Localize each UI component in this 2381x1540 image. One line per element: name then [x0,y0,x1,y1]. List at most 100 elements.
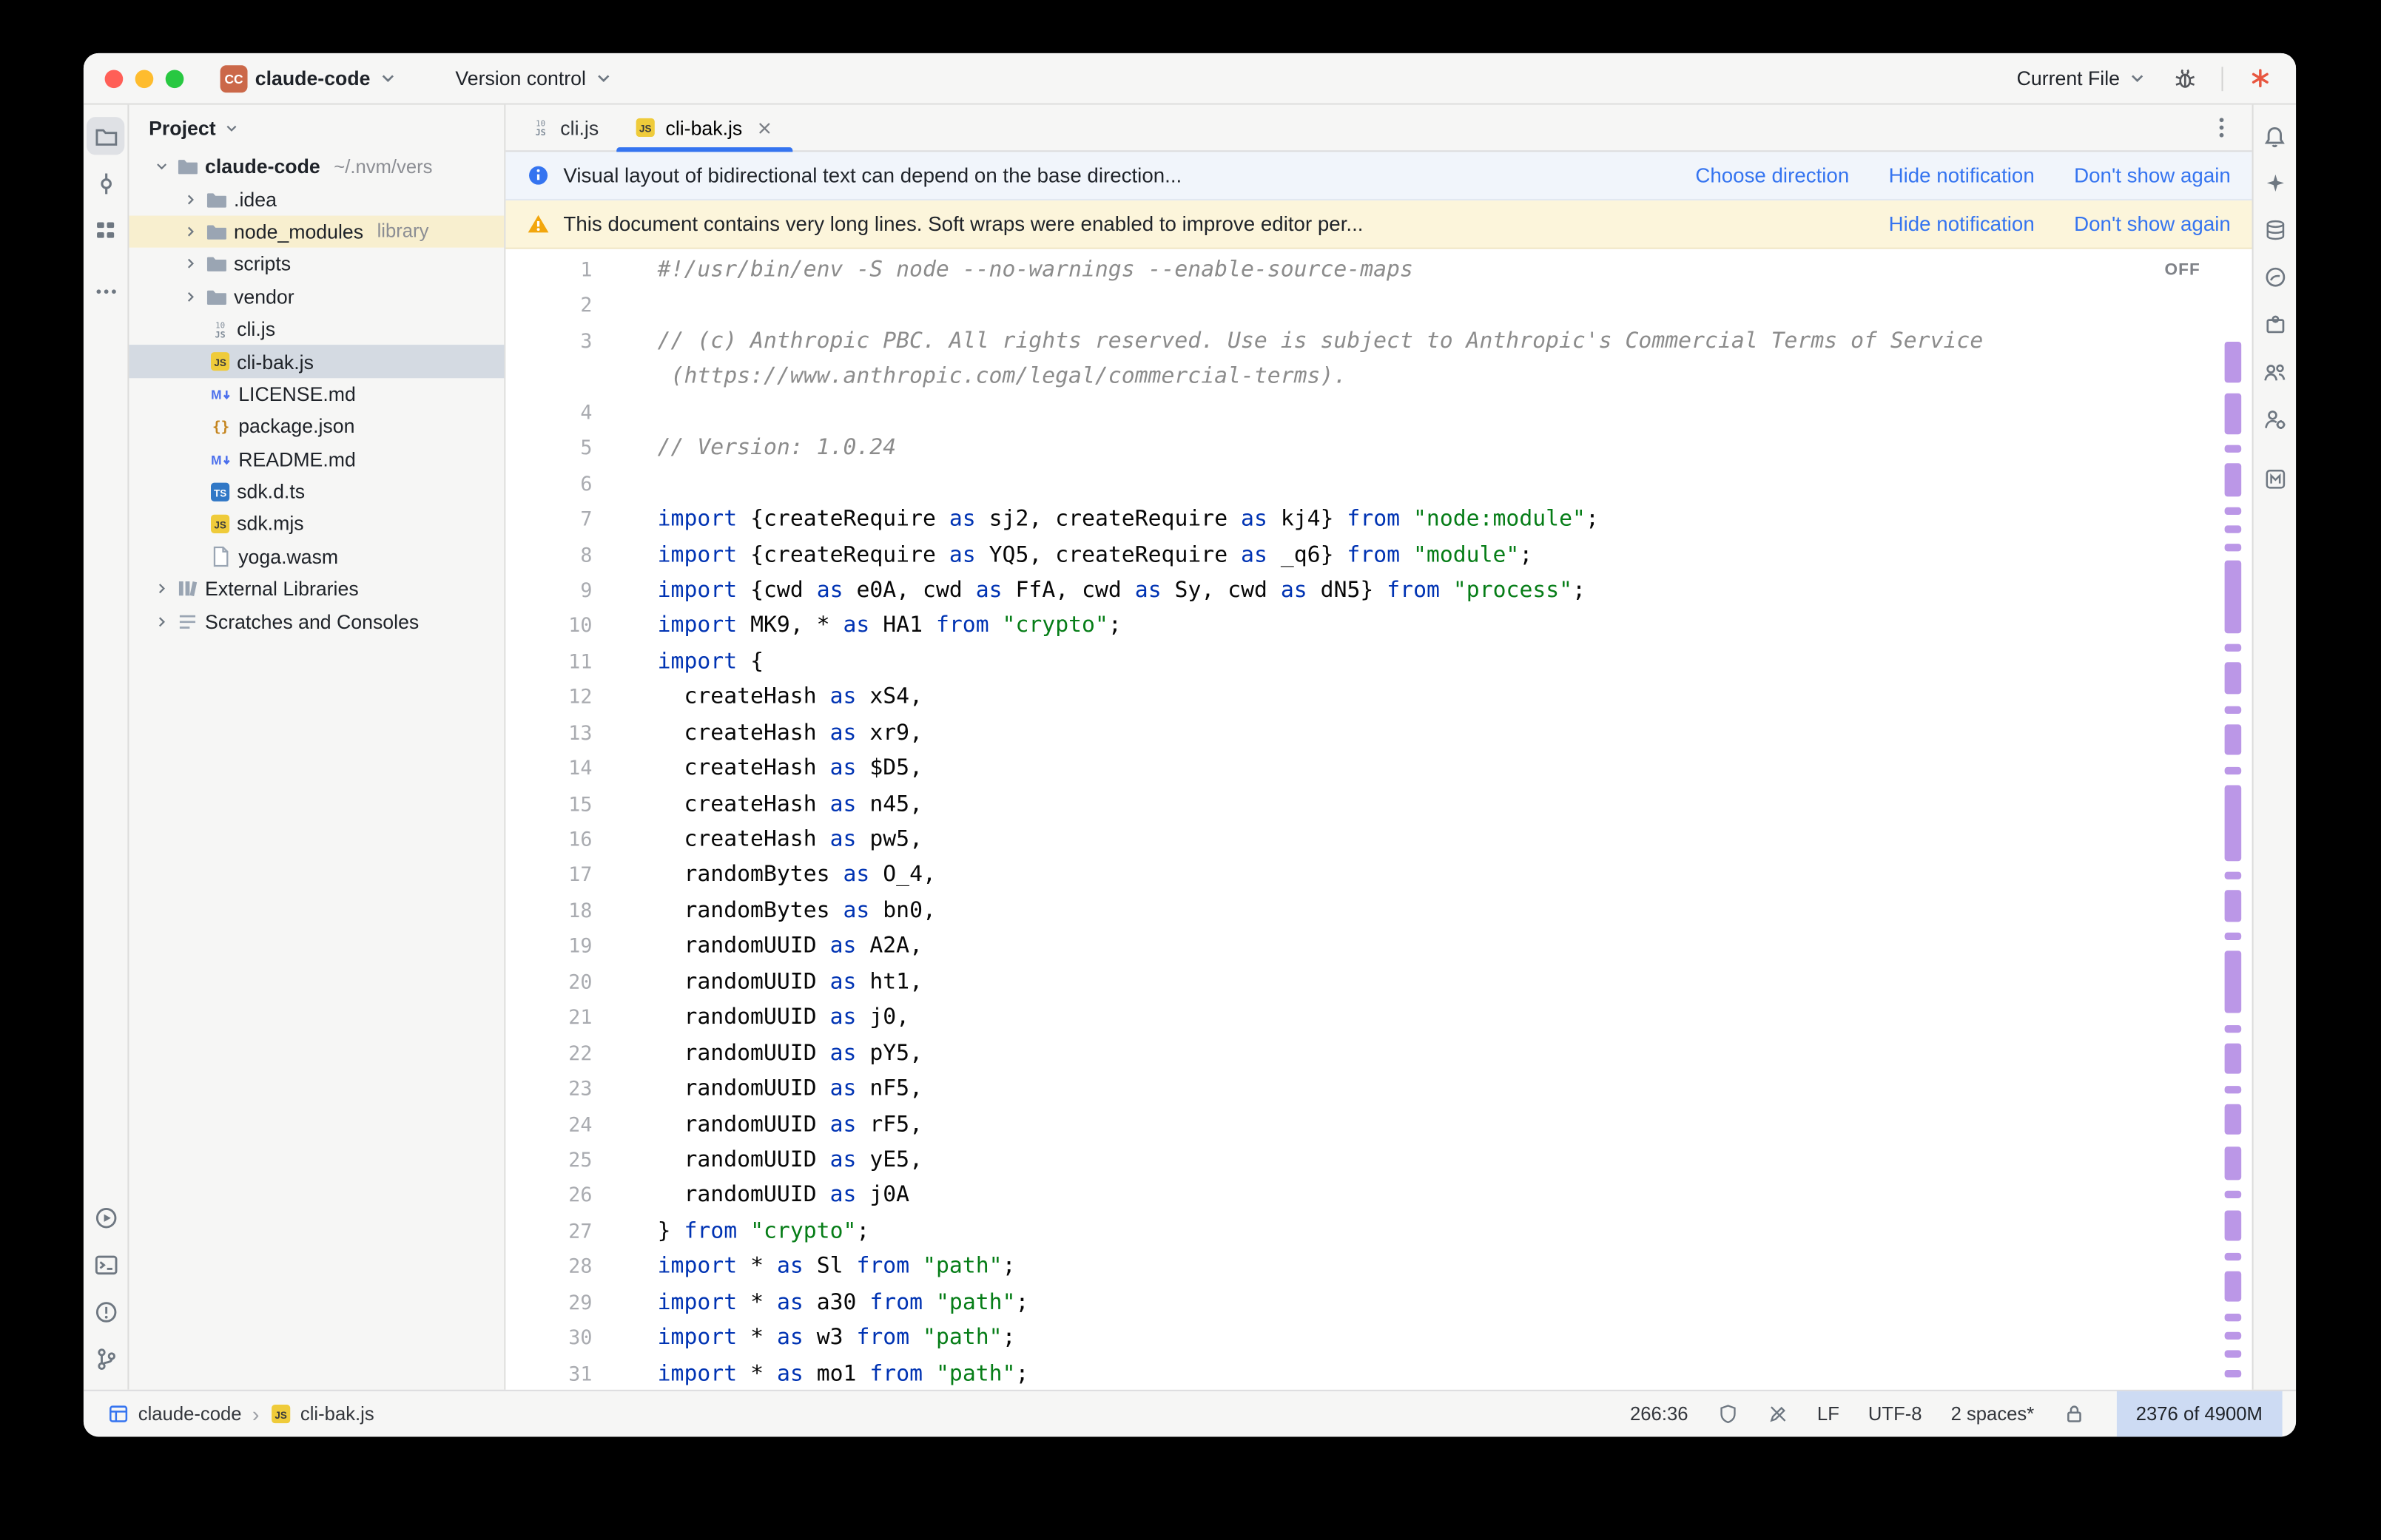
line-number[interactable]: 5 [505,432,592,467]
services-toolwindow-button[interactable] [87,1198,124,1236]
code-line[interactable]: 8 import {createRequire as YQ5, createRe… [505,538,2252,574]
close-window-button[interactable] [105,69,124,87]
database-toolwindow-button[interactable] [2256,211,2294,249]
code-line[interactable]: 23 randomUUID as nF5, [505,1073,2252,1108]
line-number[interactable]: 3 [505,325,592,360]
tree-item-node-modules[interactable]: node_modules library [129,215,504,248]
line-number[interactable]: 25 [505,1144,592,1179]
maven-toolwindow-button[interactable] [2256,460,2294,498]
code-with-me-button[interactable] [2256,352,2294,390]
line-number[interactable]: 20 [505,965,592,1001]
code-analysis-icon[interactable] [1717,1403,1738,1425]
code-line[interactable]: 30 import * as w3 from "path"; [505,1322,2252,1357]
debug-button[interactable] [2164,58,2205,98]
line-separator-widget[interactable]: LF [1817,1403,1839,1425]
tree-item-package-json[interactable]: {} package.json [129,411,504,443]
terminal-toolwindow-button[interactable] [87,1246,124,1283]
zoom-window-button[interactable] [166,69,184,87]
code-line[interactable]: 31 import * as mo1 from "path"; [505,1357,2252,1390]
ai-assistant-button[interactable] [2256,164,2294,202]
code-line[interactable]: 16 createHash as pw5, [505,823,2252,859]
line-number[interactable]: 28 [505,1250,592,1286]
code-line[interactable]: 13 createHash as xr9, [505,716,2252,752]
notifications-button[interactable] [2256,117,2294,155]
line-number[interactable]: 1 [505,254,592,289]
line-number[interactable]: 7 [505,503,592,538]
code-line[interactable]: 19 randomUUID as A2A, [505,930,2252,965]
problems-toolwindow-button[interactable] [87,1292,124,1330]
line-number[interactable]: 6 [505,467,592,503]
readonly-lock-icon[interactable] [2063,1403,2084,1425]
line-number[interactable] [505,360,592,396]
commit-toolwindow-button[interactable] [87,164,124,202]
banner-link-don-t-show-again[interactable]: Don't show again [2074,164,2231,187]
code-line[interactable]: 29 import * as a30 from "path"; [505,1286,2252,1321]
line-number[interactable]: 8 [505,538,592,574]
line-number[interactable]: 11 [505,645,592,680]
code-line[interactable]: 9 import {cwd as e0A, cwd as FfA, cwd as… [505,574,2252,609]
line-number[interactable]: 26 [505,1179,592,1215]
tree-item-external-libraries[interactable]: External Libraries [129,573,504,605]
tree-item-idea[interactable]: .idea [129,183,504,215]
breadcrumb-item-claude-code[interactable]: claude-code [108,1403,242,1425]
banner-link-hide-notification[interactable]: Hide notification [1889,164,2035,187]
code-line[interactable]: 28 import * as Sl from "path"; [505,1250,2252,1286]
project-toolwindow-button[interactable] [87,117,124,155]
tree-item-sdk-mjs[interactable]: JS sdk.mjs [129,507,504,540]
line-number[interactable]: 14 [505,752,592,788]
code-line[interactable]: 7 import {createRequire as sj2, createRe… [505,503,2252,538]
project-panel-header[interactable]: Project [129,105,504,151]
line-number[interactable]: 16 [505,823,592,859]
line-number[interactable]: 21 [505,1001,592,1036]
line-number[interactable]: 2 [505,289,592,325]
banner-link-hide-notification[interactable]: Hide notification [1889,212,2035,235]
line-number[interactable]: 30 [505,1322,592,1357]
code-line[interactable]: 26 randomUUID as j0A [505,1179,2252,1215]
line-number[interactable]: 22 [505,1037,592,1073]
code-line[interactable]: 11 import { [505,645,2252,680]
code-line[interactable]: 18 randomBytes as bn0, [505,894,2252,930]
line-number[interactable]: 29 [505,1286,592,1321]
line-number[interactable]: 23 [505,1073,592,1108]
indent-widget[interactable]: 2 spaces* [1951,1403,2035,1425]
vcs-widget[interactable]: Version control [443,62,625,94]
code-line[interactable]: 22 randomUUID as pY5, [505,1037,2252,1073]
close-tab-icon[interactable] [755,118,775,138]
code-line[interactable]: 20 randomUUID as ht1, [505,965,2252,1001]
hotspots-button[interactable] [2240,58,2280,98]
code-line[interactable]: 3 // (c) Anthropic PBC. All rights reser… [505,325,2252,360]
profile-button[interactable] [2240,53,2280,58]
code-editor[interactable]: 1 #!/usr/bin/env -S node --no-warnings -… [505,249,2252,1390]
plugins-button[interactable] [2256,305,2294,343]
code-line[interactable]: 25 randomUUID as yE5, [505,1144,2252,1179]
line-number[interactable]: 31 [505,1357,592,1390]
settings-sync-button[interactable] [2256,399,2294,437]
line-number[interactable]: 24 [505,1108,592,1144]
run-configuration-widget[interactable]: Current File [2004,62,2159,94]
code-line[interactable]: 27 } from "crypto"; [505,1215,2252,1250]
tree-item-cli-bak-js[interactable]: JS cli-bak.js [129,345,504,378]
memory-indicator[interactable]: 2376 of 4900M [2116,1391,2283,1437]
line-number[interactable]: 19 [505,930,592,965]
code-line[interactable]: 2 [505,289,2252,325]
banner-link-don-t-show-again[interactable]: Don't show again [2074,212,2231,235]
tree-item-sdk-d-ts[interactable]: TS sdk.d.ts [129,475,504,507]
tree-item-license-md[interactable]: M LICENSE.md [129,378,504,411]
code-line[interactable]: 24 randomUUID as rF5, [505,1108,2252,1144]
version-control-toolwindow-button[interactable] [87,1340,124,1377]
code-line[interactable]: 4 [505,396,2252,431]
line-number[interactable]: 27 [505,1215,592,1250]
run-button[interactable] [2164,53,2205,58]
tree-item-cli-js[interactable]: 10JS cli.js [129,313,504,345]
tree-item-scripts[interactable]: scripts [129,248,504,280]
code-line[interactable]: (https://www.anthropic.com/legal/commerc… [505,360,2252,396]
minimize-window-button[interactable] [135,69,154,87]
line-number[interactable]: 15 [505,788,592,823]
tree-item-yoga-wasm[interactable]: yoga.wasm [129,540,504,573]
line-number[interactable]: 10 [505,609,592,645]
more-toolwindows-button[interactable] [87,272,124,310]
caret-position[interactable]: 266:36 [1630,1403,1688,1425]
tree-item-vendor[interactable]: vendor [129,280,504,313]
line-number[interactable]: 9 [505,574,592,609]
file-encoding-widget[interactable]: UTF-8 [1868,1403,1922,1425]
